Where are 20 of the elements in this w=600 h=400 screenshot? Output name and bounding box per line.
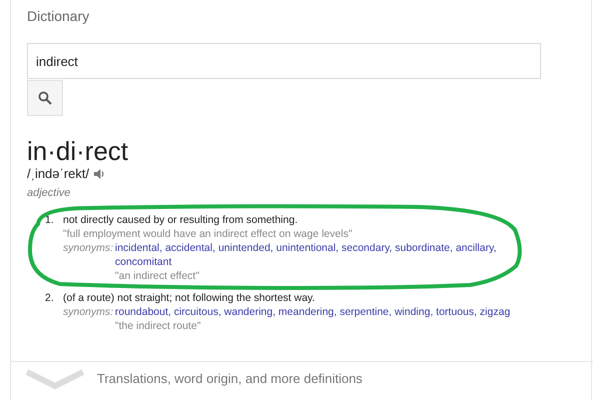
- synonyms-label: synonyms:: [63, 241, 114, 256]
- headword: in·di·rect: [27, 136, 128, 166]
- pronunciation: /ˌindəˈrekt/: [27, 166, 90, 181]
- example-sentence: "full employment would have an indirect effect on wage levels": [63, 227, 354, 241]
- search-icon: [38, 91, 52, 105]
- search-button[interactable]: [27, 80, 63, 116]
- part-of-speech: adjective: [27, 187, 70, 199]
- definition: (of a route) not straight; not following the shortest way.: [63, 291, 316, 305]
- card-title: Dictionary: [27, 8, 90, 26]
- synonym-list[interactable]: roundabout, circuitous, wandering, meandering, serpentine, winding, tortuous, zigzag: [115, 305, 545, 319]
- example-sentence: "the indirect route": [115, 319, 202, 333]
- more-definitions-link[interactable]: Translations, word origin, and more definitions: [97, 370, 362, 386]
- sense-number: 1.: [45, 213, 55, 228]
- speaker-icon[interactable]: [93, 168, 106, 180]
- definition: not directly caused by or resulting from something.: [63, 213, 299, 227]
- synonym-list[interactable]: incidental, accidental, unintended, unintentional, secondary, subordinate, ancillary, concomitant: [115, 241, 545, 269]
- search-field[interactable]: indirect: [27, 43, 541, 79]
- example-sentence: "an indirect effect": [115, 269, 200, 283]
- sense-number: 2.: [45, 291, 55, 306]
- synonyms-label: synonyms:: [63, 305, 114, 320]
